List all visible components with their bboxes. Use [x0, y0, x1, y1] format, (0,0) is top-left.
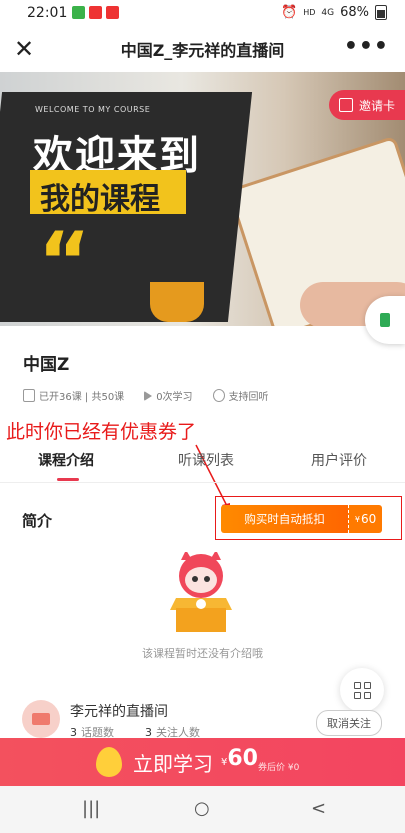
- buy-label: 立即学习: [133, 752, 213, 776]
- status-bar: 22:01 ⏰ HD 4G 68%: [0, 0, 405, 26]
- views-info: 0次学习: [144, 388, 193, 403]
- close-icon[interactable]: ✕: [10, 35, 38, 63]
- home-button[interactable]: ○: [194, 798, 210, 819]
- course-meta: 已开36课 | 共50课 0次学习 支持回听: [23, 388, 269, 403]
- annotation-highlight-box: [215, 496, 402, 540]
- cup-image: [150, 282, 204, 322]
- signal-label: 4G: [321, 7, 335, 18]
- invite-card-button[interactable]: 邀请卡: [328, 90, 405, 120]
- replay-info: 支持回听: [212, 388, 269, 403]
- system-nav-bar: ||| ○ <: [0, 786, 405, 833]
- course-name: 中国Z: [23, 355, 70, 375]
- side-doc-button[interactable]: [365, 296, 405, 344]
- battery-label: 68%: [340, 5, 369, 20]
- unfollow-button[interactable]: 取消关注: [316, 710, 382, 736]
- annotation-text: 此时你已经有优惠券了: [6, 421, 197, 443]
- author-name: 李元祥的直播间: [70, 704, 168, 720]
- alarm-icon: ⏰: [281, 5, 298, 20]
- notification-icons: [72, 6, 119, 19]
- banner-line2: 我的课程: [40, 182, 160, 217]
- quote-mark-icon: “: [38, 215, 91, 308]
- replay-text: 支持回听: [228, 392, 269, 403]
- flame-icon: [96, 747, 122, 777]
- lessons-info: 已开36课 | 共50课: [23, 388, 124, 403]
- replay-icon: [212, 389, 225, 402]
- empty-mascot-icon: [170, 552, 232, 632]
- invite-card-label: 邀请卡: [358, 98, 395, 113]
- tab-course-intro[interactable]: 课程介绍: [38, 450, 94, 470]
- lessons-text: 已开36课 | 共50课: [39, 392, 125, 403]
- document-icon: [380, 313, 390, 327]
- tab-user-reviews[interactable]: 用户评价: [311, 450, 367, 470]
- page-title: 中国Z_李元祥的直播间: [120, 41, 285, 60]
- share-icon: [338, 98, 353, 112]
- network-label: HD: [303, 8, 316, 17]
- app-icon: [106, 6, 119, 19]
- views-text: 0次学习: [156, 392, 193, 403]
- buy-price: ¥60: [221, 746, 258, 771]
- empty-intro-text: 该课程暂时还没有介绍哦: [142, 647, 263, 660]
- back-button[interactable]: <: [311, 798, 326, 819]
- banner-welcome: WELCOME TO MY COURSE: [35, 105, 151, 114]
- app-icon: [89, 6, 102, 19]
- lessons-icon: [23, 389, 35, 402]
- more-icon[interactable]: •••: [344, 34, 389, 59]
- tab-bar: 课程介绍 听课列表 用户评价: [0, 446, 405, 483]
- play-icon: [144, 390, 153, 401]
- title-bar: ✕ 中国Z_李元祥的直播间 •••: [0, 26, 405, 72]
- buy-now-button[interactable]: 立即学习 ¥60 券后价 ¥0: [0, 738, 405, 786]
- tv-icon: [32, 713, 50, 725]
- buy-price-value: 60: [227, 746, 258, 771]
- recent-apps-button[interactable]: |||: [82, 798, 100, 819]
- status-right: ⏰ HD 4G 68%: [281, 5, 387, 20]
- avatar: [22, 700, 60, 738]
- after-coupon-price: 券后价 ¥0: [258, 763, 300, 773]
- intro-title: 简介: [22, 512, 53, 530]
- active-tab-indicator: [57, 478, 79, 481]
- battery-icon: [375, 5, 387, 20]
- tab-lesson-list[interactable]: 听课列表: [178, 450, 234, 470]
- wechat-icon: [72, 6, 85, 19]
- status-time: 22:01: [27, 5, 68, 21]
